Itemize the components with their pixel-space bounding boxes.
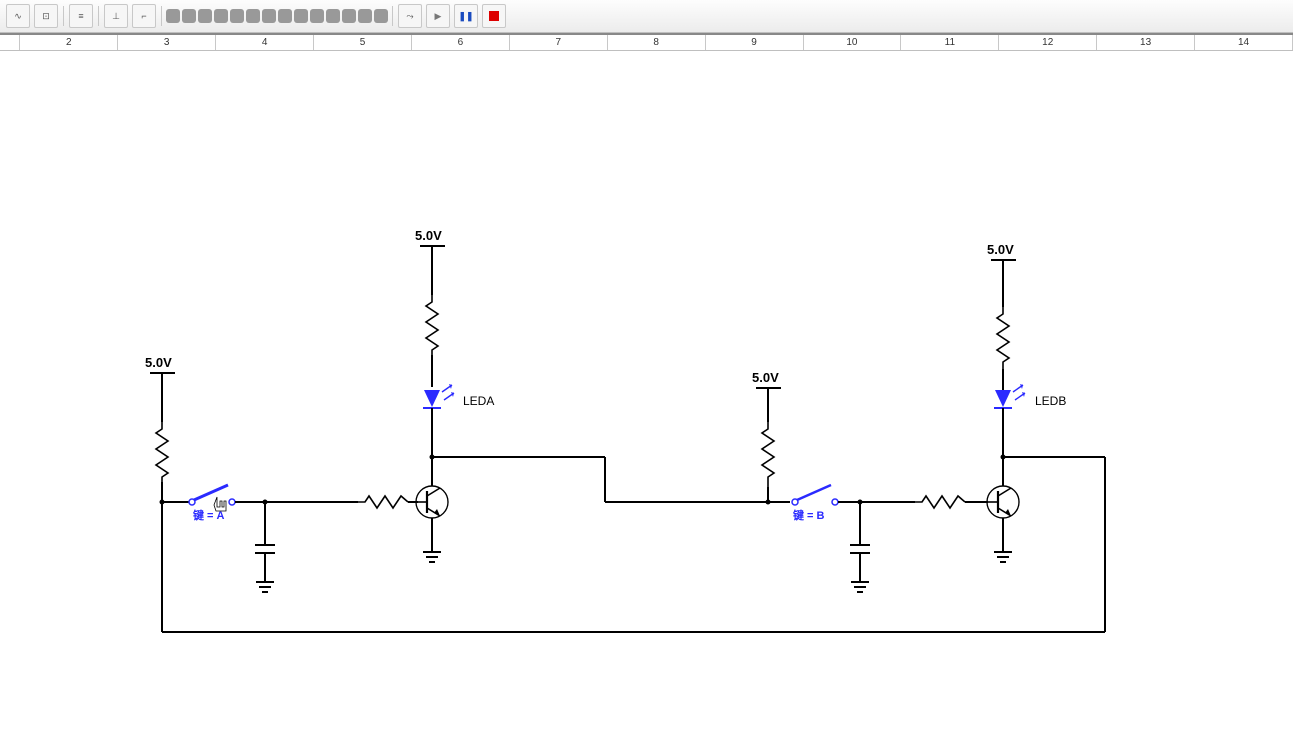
voltage-label-2: 5.0V <box>415 228 442 243</box>
resistor-5 <box>915 496 965 508</box>
ground-2 <box>423 552 441 562</box>
sim-pause-button[interactable]: ❚❚ <box>454 4 478 28</box>
tool-icon-4[interactable]: ⊥ <box>104 4 128 28</box>
junction <box>766 500 771 505</box>
tool-icon-2[interactable]: ⊡ <box>34 4 58 28</box>
circuit-schematic: 5.0V 键 = A <box>0 77 1293 730</box>
preset-button-5[interactable] <box>230 9 244 23</box>
voltage-label-4: 5.0V <box>987 242 1014 257</box>
switch-b[interactable]: 键 = B <box>792 485 838 522</box>
transistor-2 <box>987 486 1019 518</box>
voltage-source-4: 5.0V <box>987 242 1016 307</box>
ground-4 <box>994 552 1012 562</box>
led-b: LEDB <box>994 384 1066 408</box>
preset-button-10[interactable] <box>310 9 324 23</box>
voltage-label-1: 5.0V <box>145 355 172 370</box>
sim-stop-button[interactable] <box>482 4 506 28</box>
capacitor-2 <box>850 545 870 553</box>
ruler-cell: 13 <box>1097 35 1195 50</box>
preset-button-2[interactable] <box>182 9 196 23</box>
ruler-cell: 10 <box>804 35 902 50</box>
schematic-canvas[interactable]: 5.0V 键 = A <box>0 77 1293 730</box>
voltage-label-3: 5.0V <box>752 370 779 385</box>
ruler-cell: 4 <box>216 35 314 50</box>
preset-button-13[interactable] <box>358 9 372 23</box>
resistor-4 <box>762 422 774 487</box>
ground-3 <box>851 582 869 592</box>
voltage-source-2: 5.0V <box>415 228 445 295</box>
horizontal-ruler: 234567891011121314 <box>0 33 1293 51</box>
switch-a[interactable]: 键 = A <box>189 485 235 522</box>
preset-button-12[interactable] <box>342 9 356 23</box>
capacitor-1 <box>255 545 275 553</box>
resistor-2 <box>358 496 408 508</box>
sim-play-button[interactable]: ▶ <box>426 4 450 28</box>
resistor-6 <box>997 307 1009 369</box>
ruler-cell: 2 <box>20 35 118 50</box>
ground-1 <box>256 582 274 592</box>
ruler-cell: 11 <box>901 35 999 50</box>
preset-button-7[interactable] <box>262 9 276 23</box>
ruler-cell: 7 <box>510 35 608 50</box>
toolbar: ∿ ⊡ ≡ ⊥ ⌐ ⤳ ▶ ❚❚ <box>0 0 1293 33</box>
preset-button-1[interactable] <box>166 9 180 23</box>
led-b-label: LEDB <box>1035 394 1066 408</box>
voltage-source-3: 5.0V <box>752 370 781 422</box>
led-a: LEDA <box>423 384 494 408</box>
transistor-1 <box>416 486 448 518</box>
tool-icon-5[interactable]: ⌐ <box>132 4 156 28</box>
ruler-cell: 8 <box>608 35 706 50</box>
junction <box>160 500 165 505</box>
voltage-source-1: 5.0V <box>145 355 175 422</box>
preset-button-11[interactable] <box>326 9 340 23</box>
preset-button-8[interactable] <box>278 9 292 23</box>
ruler-cell: 3 <box>118 35 216 50</box>
preset-button-4[interactable] <box>214 9 228 23</box>
tool-icon-3[interactable]: ≡ <box>69 4 93 28</box>
cursor-hand-icon <box>214 497 226 511</box>
resistor-3 <box>426 295 438 355</box>
ruler-cell: 5 <box>314 35 412 50</box>
preset-button-14[interactable] <box>374 9 388 23</box>
ruler-cell: 14 <box>1195 35 1293 50</box>
preset-button-3[interactable] <box>198 9 212 23</box>
ruler-cell: 12 <box>999 35 1097 50</box>
sim-interactive-icon[interactable]: ⤳ <box>398 4 422 28</box>
resistor-1 <box>156 422 168 482</box>
tool-icon-1[interactable]: ∿ <box>6 4 30 28</box>
switch-b-label: 键 = B <box>792 508 825 522</box>
preset-button-6[interactable] <box>246 9 260 23</box>
preset-button-9[interactable] <box>294 9 308 23</box>
ruler-cell <box>0 35 20 50</box>
ruler-cell: 6 <box>412 35 510 50</box>
ruler-cell: 9 <box>706 35 804 50</box>
led-a-label: LEDA <box>463 394 494 408</box>
